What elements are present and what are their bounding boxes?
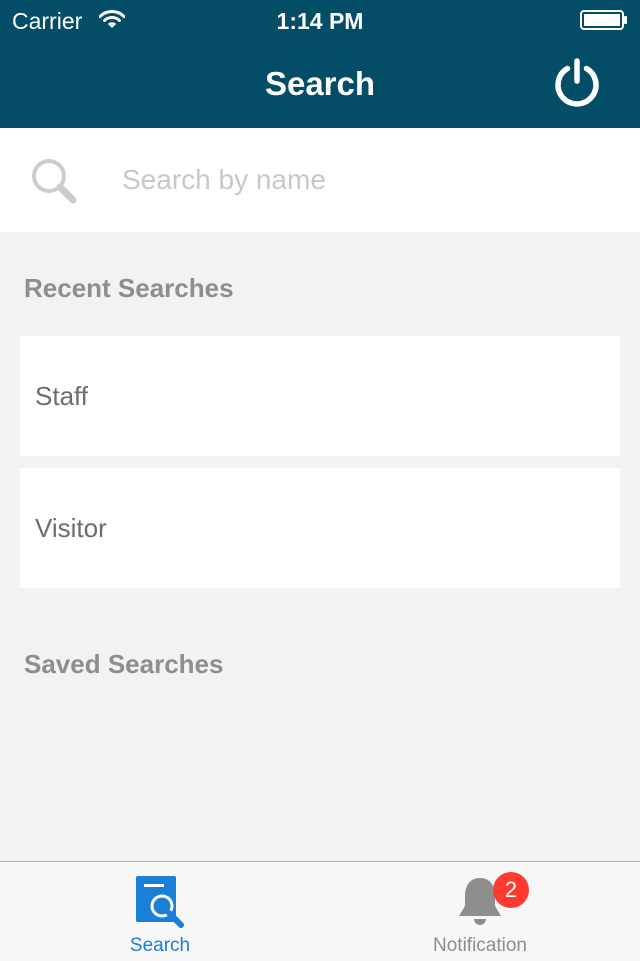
search-document-icon <box>136 876 184 928</box>
recent-search-item[interactable]: Staff <box>20 336 620 456</box>
notification-badge: 2 <box>493 872 529 908</box>
search-icon <box>32 159 77 204</box>
top-bar: Carrier 1:14 PM Search <box>0 0 640 128</box>
tab-search[interactable]: Search <box>0 862 320 961</box>
recent-search-label: Visitor <box>35 513 107 543</box>
tab-bar: Search 2 Notification <box>0 861 640 961</box>
battery-icon <box>580 10 627 30</box>
search-bar <box>0 128 640 232</box>
recent-search-label: Staff <box>35 381 89 411</box>
tab-search-label: Search <box>129 935 191 956</box>
logout-button[interactable] <box>550 56 604 110</box>
saved-searches-header: Saved Searches <box>24 649 224 679</box>
status-bar: Carrier 1:14 PM <box>0 0 640 40</box>
search-input[interactable] <box>122 156 602 204</box>
power-icon <box>555 58 599 107</box>
page-title: Search <box>264 65 376 102</box>
recent-searches-header: Recent Searches <box>24 273 234 303</box>
status-time: 1:14 PM <box>276 8 364 34</box>
tab-notification[interactable]: 2 Notification <box>320 862 640 961</box>
tab-notification-label: Notification <box>433 935 527 956</box>
recent-search-item[interactable]: Visitor <box>20 468 620 588</box>
